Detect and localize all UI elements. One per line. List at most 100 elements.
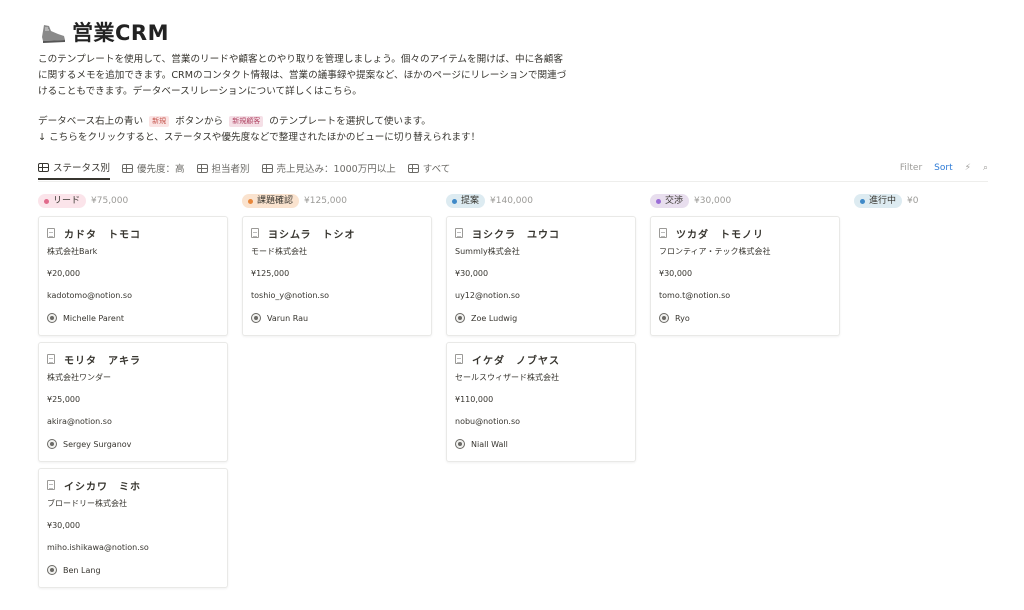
page-description: このテンプレートを使用して、営業のリードや顧客とのやり取りを管理しましょう。個々… (38, 52, 566, 146)
board-column: 交渉 ¥30,000 ツカダ トモノリ フロンティア・テック株式会社 ¥30,000 to… (650, 192, 842, 594)
avatar (47, 565, 57, 575)
tab-label: 売上見込み：1000万円以上 (276, 164, 396, 175)
title-row: 営業CRM (38, 14, 566, 50)
tab-label: すべて (422, 164, 451, 175)
owner-name: Ben Lang (63, 565, 101, 575)
board-column: リード ¥75,000 カドタ トモコ 株式会社Bark ¥20,000 kadotomo… (38, 192, 230, 594)
contact-email: kadotomo@notion.so (47, 291, 132, 300)
status-badge[interactable]: 課題確認 (242, 194, 300, 208)
contact-name: ヨシムラ トシオ (268, 229, 356, 241)
column-header: リード ¥75,000 (38, 192, 230, 210)
owner-name: Zoe Ludwig (471, 313, 518, 323)
column-sum: ¥140,000 (490, 196, 533, 206)
card-title: カドタ トモコ (39, 225, 227, 241)
contact-name: ヨシクラ ユウコ (472, 229, 560, 241)
desc-line-1: このテンプレートを使用して、営業のリードや顧客とのやり取りを管理しましょう。個々… (38, 54, 563, 65)
desc-line-2: に関するメモを追加できます。CRMのコンタクト情報は、営業の議事録や提案など、ほ… (38, 70, 567, 81)
contact-email: akira@notion.so (47, 417, 112, 426)
column-sum: ¥75,000 (91, 196, 129, 206)
tab-expected-sales[interactable]: 売上見込み：1000万円以上 (261, 156, 396, 180)
new-tag: 新規 (149, 116, 170, 127)
contact-card[interactable]: ヨシムラ トシオ モード株式会社 ¥125,000 toshio_y@notion.s… (242, 216, 432, 336)
automation-bolt-icon[interactable]: ⚡ (965, 163, 971, 173)
company-name: 株式会社ワンダー (47, 373, 111, 382)
contact-card[interactable]: イケダ ノブヤス セールスウィザード株式会社 ¥110,000 nobu@notion… (446, 342, 636, 462)
status-badge[interactable]: 交渉 (650, 194, 690, 208)
deal-amount: ¥25,000 (47, 395, 81, 404)
tab-priority-high[interactable]: 優先度：高 (122, 156, 185, 180)
owner-name: Niall Wall (471, 439, 508, 449)
card-title: モリタ アキラ (39, 351, 227, 367)
tabs-divider (38, 181, 988, 182)
column-header: 交渉 ¥30,000 (650, 192, 842, 210)
contact-name: イシカワ ミホ (64, 481, 141, 493)
page-icon (47, 354, 55, 364)
status-badge[interactable]: リード (38, 194, 87, 208)
contact-card[interactable]: モリタ アキラ株式会社ワンダー ¥25,000 akira@notion.so Ser… (38, 342, 228, 462)
table-icon (261, 163, 273, 173)
board-column: 課題確認 ¥125,000 ヨシムラ トシオ モード株式会社 ¥125,000 toshi… (242, 192, 434, 594)
column-sum: ¥125,000 (304, 196, 347, 206)
status-badge[interactable]: 提案 (446, 194, 486, 208)
company-name: 株式会社Bark (47, 247, 98, 256)
column-header: 進行中 ¥0 (854, 192, 1024, 210)
owner: Zoe Ludwig (447, 307, 635, 329)
tab-status[interactable]: ステータス別 (38, 156, 111, 180)
column-sum: ¥30,000 (694, 196, 732, 206)
tab-all[interactable]: すべて (407, 156, 451, 180)
card-title: ヨシクラ ユウコ (447, 225, 635, 241)
card-title: イケダ ノブヤス (447, 351, 635, 367)
board-column: 提案 ¥140,000 ヨシクラ ユウコ Summly株式会社 ¥30,000 uy12@… (446, 192, 638, 594)
contact-card[interactable]: ツカダ トモノリ フロンティア・テック株式会社 ¥30,000 tomo.t@noti… (650, 216, 840, 336)
contact-email: uy12@notion.so (455, 291, 520, 300)
owner: Michelle Parent (39, 307, 227, 329)
owner: Niall Wall (447, 433, 635, 455)
contact-card[interactable]: ヨシクラ ユウコ Summly株式会社 ¥30,000 uy12@notion.so Z… (446, 216, 636, 336)
page-title: 営業CRM (72, 21, 169, 45)
owner-name: Ryo (675, 313, 690, 323)
page-icon (659, 228, 667, 238)
table-icon (38, 162, 49, 172)
status-dot-icon (656, 198, 661, 204)
tab-by-owner[interactable]: 担当者別 (196, 156, 250, 180)
contact-email: tomo.t@notion.so (659, 291, 731, 300)
view-toolbar: Filter Sort ⚡ ⌕ (888, 163, 988, 173)
table-icon (407, 163, 419, 173)
deal-amount: ¥30,000 (47, 521, 81, 530)
deal-amount: ¥125,000 (251, 269, 290, 278)
contact-card[interactable]: カドタ トモコ 株式会社Bark ¥20,000 kadotomo@notion.so… (38, 216, 228, 336)
avatar (47, 439, 57, 449)
desc-line-3: けることもできます。データベースリレーションについて詳しくはこちら。 (38, 86, 362, 97)
owner: Varun Rau (243, 307, 431, 329)
instruction-line: データベース右上の青い 新規 ボタンから 新規顧客 のテンプレートを選択して使い… (38, 114, 566, 130)
filter-button[interactable]: Filter (900, 163, 922, 173)
tab-label: ステータス別 (53, 163, 111, 174)
deal-amount: ¥30,000 (659, 269, 693, 278)
view-tabs: ステータス別 優先度：高 担当者別 売上見込み：1000万円以上 すべて Fil… (38, 156, 988, 180)
contact-name: モリタ アキラ (64, 355, 141, 367)
company-name: セールスウィザード株式会社 (455, 373, 559, 382)
board-column: 進行中 ¥0 (854, 192, 1024, 594)
page-icon (251, 228, 259, 238)
avatar (47, 313, 57, 323)
status-label: リード (53, 196, 81, 206)
status-badge[interactable]: 進行中 (854, 194, 903, 208)
contact-email: nobu@notion.so (455, 417, 521, 426)
contact-card[interactable]: イシカワ ミホ ブロードリー株式会社 ¥30,000 miho.ishikawa@no… (38, 468, 228, 588)
sort-button[interactable]: Sort (934, 163, 952, 173)
status-label: 進行中 (869, 196, 897, 206)
company-name: フロンティア・テック株式会社 (659, 247, 771, 256)
owner: Sergey Surganov (39, 433, 227, 455)
contact-name: カドタ トモコ (64, 229, 141, 241)
company-name: モード株式会社 (251, 247, 307, 256)
page-icon (47, 228, 55, 238)
status-dot-icon (452, 198, 457, 204)
status-label: 提案 (461, 196, 480, 206)
search-icon[interactable]: ⌕ (983, 163, 988, 173)
status-dot-icon (860, 198, 865, 204)
card-title: ヨシムラ トシオ (243, 225, 431, 241)
company-name: Summly株式会社 (455, 247, 520, 256)
contact-name: イケダ ノブヤス (472, 355, 560, 367)
status-dot-icon (44, 198, 49, 204)
table-icon (196, 163, 208, 173)
